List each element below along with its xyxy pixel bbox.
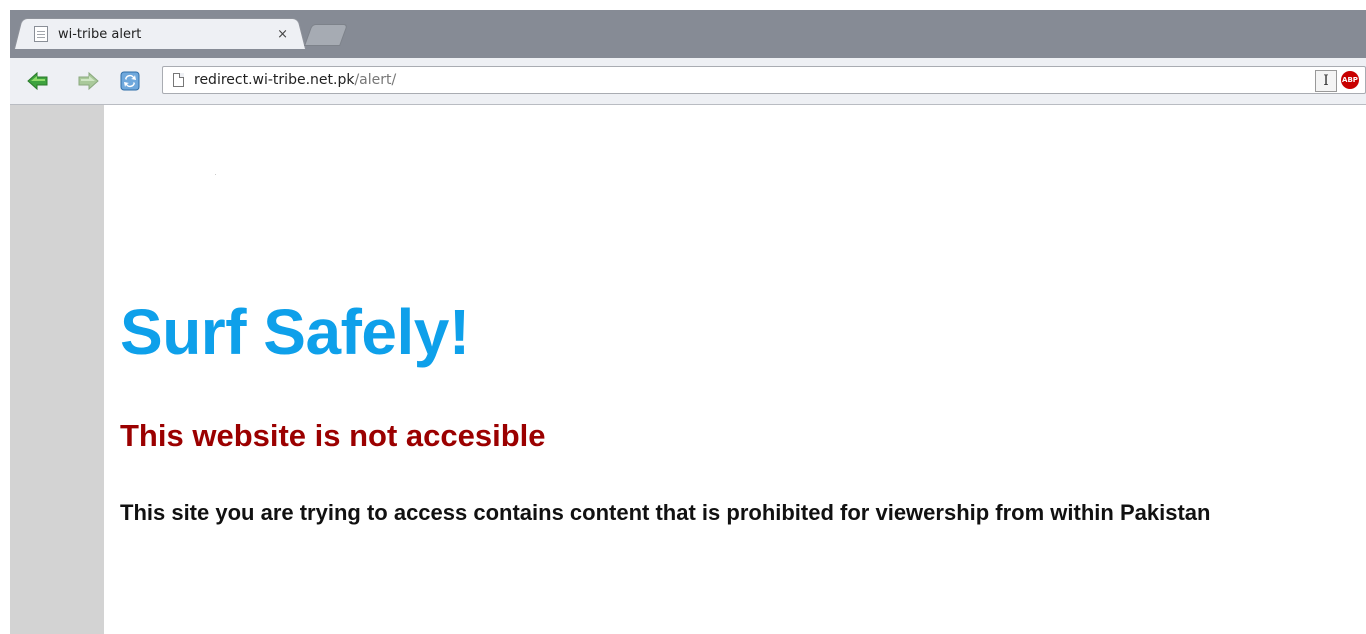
page-left-margin [10, 105, 104, 634]
url-text: redirect.wi-tribe.net.pk/alert/ [194, 72, 396, 88]
back-button[interactable] [24, 67, 52, 95]
browser-window: wi-tribe alert × redirect.wi-tribe.net.p… [0, 0, 1366, 634]
url-path: /alert/ [354, 72, 397, 88]
tab-strip: wi-tribe alert × [0, 0, 1366, 58]
window-left-edge [0, 58, 10, 634]
back-arrow-icon [27, 71, 48, 91]
page-message: This site you are trying to access conta… [120, 500, 1211, 525]
page-content: Surf Safely! This website is not accesib… [104, 105, 1366, 634]
page-subheadline: This website is not accesible [120, 418, 546, 453]
page-favicon-icon [34, 26, 48, 42]
ibeam-extension-icon[interactable]: I [1315, 70, 1337, 92]
tab-title: wi-tribe alert [58, 26, 142, 42]
browser-toolbar: redirect.wi-tribe.net.pk/alert/ I ABP [10, 58, 1366, 105]
adblock-plus-icon[interactable]: ABP [1341, 71, 1359, 89]
page-icon [173, 73, 184, 87]
tab-wi-tribe-alert[interactable]: wi-tribe alert × [28, 20, 298, 48]
page-headline: Surf Safely! [120, 296, 470, 368]
reload-icon [120, 71, 140, 91]
reload-button[interactable] [116, 67, 144, 95]
forward-arrow-icon [78, 71, 99, 91]
url-host: redirect.wi-tribe.net.pk [194, 72, 355, 88]
forward-button[interactable] [74, 67, 102, 95]
address-bar[interactable]: redirect.wi-tribe.net.pk/alert/ I ABP [162, 66, 1366, 94]
spacer-pixel [215, 174, 216, 175]
tab-close-icon[interactable]: × [277, 27, 288, 42]
